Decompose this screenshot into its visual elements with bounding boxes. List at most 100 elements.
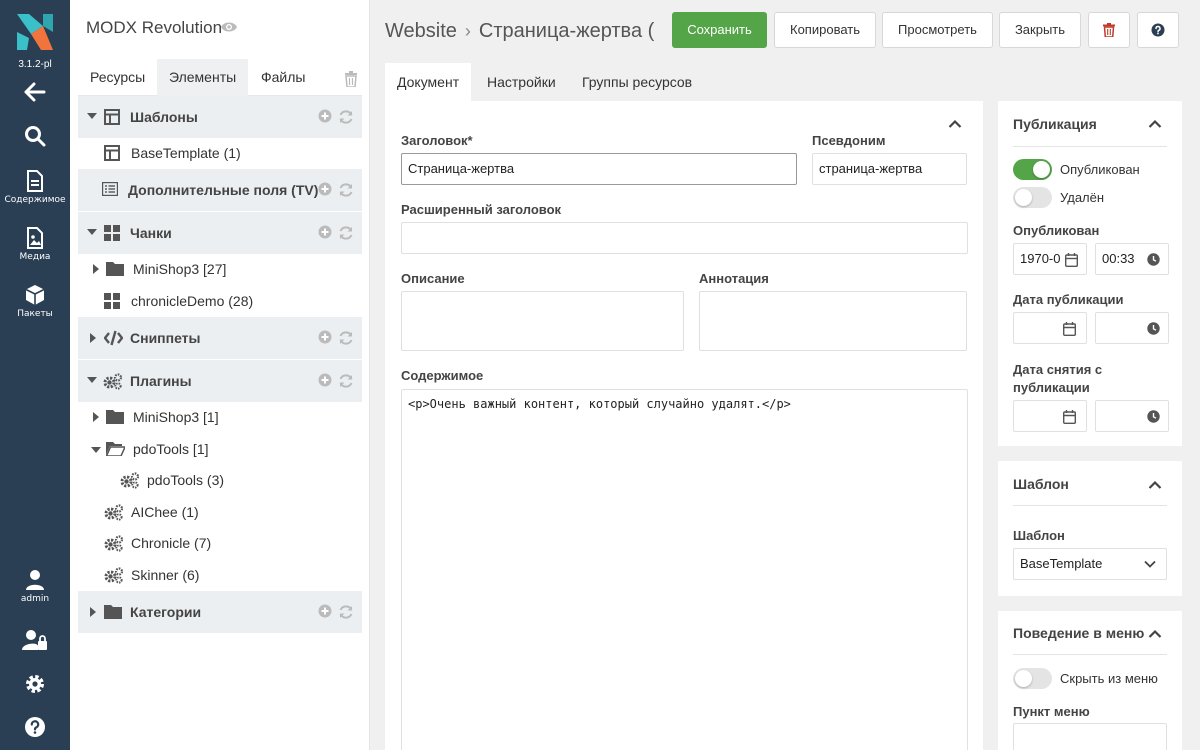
refresh-icon[interactable] bbox=[338, 225, 354, 241]
caret-right-icon[interactable] bbox=[89, 333, 97, 343]
packages-label: Пакеты bbox=[17, 309, 53, 319]
chunk-grid-icon bbox=[104, 225, 120, 241]
menu-item-input[interactable] bbox=[1013, 723, 1167, 750]
user-menu[interactable]: admin bbox=[0, 569, 70, 604]
settings-button[interactable] bbox=[0, 673, 70, 695]
tab-resource-groups[interactable]: Группы ресурсов bbox=[570, 63, 704, 101]
publication-title: Публикация bbox=[1013, 116, 1097, 132]
page-title: Страница-жертва ( bbox=[478, 20, 655, 42]
add-circle-icon[interactable] bbox=[318, 225, 332, 239]
template-select[interactable]: BaseTemplate bbox=[1013, 548, 1167, 580]
alias-input[interactable]: страница-жертва bbox=[812, 153, 967, 185]
tree-tab-resources[interactable]: Ресурсы bbox=[78, 59, 157, 96]
add-circle-icon[interactable] bbox=[318, 109, 332, 123]
calendar-icon[interactable] bbox=[1065, 253, 1078, 267]
title-label: Заголовок* bbox=[401, 133, 473, 148]
tree-item-chronicledemo[interactable]: chronicleDemo (28) bbox=[100, 285, 360, 317]
tree-item-aichee[interactable]: AIChee (1) bbox=[102, 496, 360, 528]
tree-node-templates[interactable]: Шаблоны bbox=[78, 96, 362, 138]
add-circle-icon[interactable] bbox=[318, 330, 332, 344]
view-button[interactable]: Просмотреть bbox=[882, 12, 993, 48]
modx-logo-icon[interactable] bbox=[15, 12, 55, 52]
tree-node-categories[interactable]: Категории bbox=[78, 591, 362, 633]
tab-settings[interactable]: Настройки bbox=[475, 63, 568, 101]
refresh-icon[interactable] bbox=[338, 109, 354, 125]
unpub-date-input[interactable] bbox=[1013, 400, 1087, 432]
caret-right-icon[interactable] bbox=[92, 412, 100, 422]
tree-item-minishop3-chunks[interactable]: MiniShop3 [27] bbox=[92, 253, 360, 285]
chevron-up-icon[interactable] bbox=[1148, 629, 1162, 639]
tree-node-plugins[interactable]: Плагины bbox=[78, 360, 362, 402]
clock-icon[interactable] bbox=[1147, 322, 1160, 335]
search-button[interactable] bbox=[0, 125, 70, 147]
deleted-toggle[interactable] bbox=[1013, 187, 1052, 208]
caret-right-icon[interactable] bbox=[89, 607, 97, 617]
unpub-time-input[interactable] bbox=[1095, 400, 1169, 432]
tree-node-snippets[interactable]: Сниппеты bbox=[78, 317, 362, 359]
content-label: Содержимое bbox=[401, 368, 484, 383]
title-input[interactable]: Страница-жертва bbox=[401, 153, 797, 185]
chevron-up-icon[interactable] bbox=[948, 119, 962, 129]
publishedon-date-input[interactable]: 1970-0 bbox=[1013, 243, 1087, 275]
tree-node-label: Сниппеты bbox=[130, 330, 201, 346]
tree-node-tvs[interactable]: Дополнительные поля (TV) bbox=[78, 169, 362, 211]
refresh-icon[interactable] bbox=[338, 373, 354, 389]
close-button[interactable]: Закрыть bbox=[999, 12, 1081, 48]
add-circle-icon[interactable] bbox=[318, 182, 332, 196]
tree-item-minishop3-plugins[interactable]: MiniShop3 [1] bbox=[92, 401, 360, 433]
refresh-icon[interactable] bbox=[338, 604, 354, 620]
back-button[interactable] bbox=[0, 82, 70, 102]
packages-button[interactable]: Пакеты bbox=[0, 284, 70, 319]
template-selected-value: BaseTemplate bbox=[1020, 556, 1103, 571]
chevron-up-icon[interactable] bbox=[1148, 480, 1162, 490]
arrow-left-icon bbox=[24, 82, 46, 102]
refresh-icon[interactable] bbox=[338, 330, 354, 346]
eye-icon[interactable] bbox=[220, 20, 238, 34]
caret-down-icon[interactable] bbox=[87, 112, 97, 120]
tree-item-skinner[interactable]: Skinner (6) bbox=[102, 559, 360, 591]
tree-item-basetemplate[interactable]: BaseTemplate (1) bbox=[100, 137, 360, 169]
unpub-date-label: Дата снятия с публикации bbox=[1013, 362, 1103, 395]
caret-down-icon[interactable] bbox=[91, 446, 101, 454]
pub-date-input[interactable] bbox=[1013, 312, 1087, 344]
copy-button[interactable]: Копировать bbox=[774, 12, 876, 48]
breadcrumb-root[interactable]: Website bbox=[385, 20, 457, 42]
tab-document[interactable]: Документ bbox=[385, 63, 472, 101]
publishedon-time-input[interactable]: 00:33 bbox=[1095, 243, 1169, 275]
add-circle-icon[interactable] bbox=[318, 604, 332, 618]
caret-down-icon[interactable] bbox=[87, 228, 97, 236]
tree-node-chunks[interactable]: Чанки bbox=[78, 212, 362, 254]
access-button[interactable] bbox=[0, 629, 70, 651]
help-button[interactable] bbox=[0, 716, 70, 738]
calendar-icon[interactable] bbox=[1063, 322, 1076, 336]
media-button[interactable]: Медиа bbox=[0, 227, 70, 262]
caret-right-icon[interactable] bbox=[92, 264, 100, 274]
trash-icon[interactable] bbox=[344, 71, 358, 87]
published-toggle[interactable] bbox=[1013, 159, 1052, 180]
tree-node-label: Дополнительные поля (TV) bbox=[128, 182, 319, 198]
tree-item-pdotools-plugin[interactable]: pdoTools (3) bbox=[118, 464, 360, 496]
delete-button[interactable] bbox=[1088, 12, 1130, 48]
chevron-up-icon[interactable] bbox=[1148, 119, 1162, 129]
clock-icon[interactable] bbox=[1147, 410, 1160, 423]
help-button[interactable] bbox=[1137, 12, 1179, 48]
tree-tab-files[interactable]: Файлы bbox=[249, 59, 317, 96]
refresh-icon[interactable] bbox=[338, 182, 354, 198]
clock-icon[interactable] bbox=[1147, 253, 1160, 266]
tree-tab-elements[interactable]: Элементы bbox=[157, 59, 249, 96]
tree-item-pdotools-folder[interactable]: pdoTools [1] bbox=[91, 433, 360, 465]
introtext-textarea[interactable] bbox=[699, 291, 967, 351]
toggle-knob bbox=[1033, 161, 1050, 178]
content-button[interactable]: Содержимое bbox=[0, 170, 70, 205]
longtitle-input[interactable] bbox=[401, 222, 968, 254]
tree-item-label: chronicleDemo (28) bbox=[131, 293, 254, 309]
save-button[interactable]: Сохранить bbox=[672, 12, 767, 48]
calendar-icon[interactable] bbox=[1063, 410, 1076, 424]
add-circle-icon[interactable] bbox=[318, 373, 332, 387]
hide-menu-toggle[interactable] bbox=[1013, 668, 1052, 689]
caret-down-icon[interactable] bbox=[87, 376, 97, 384]
tree-item-chronicle[interactable]: Chronicle (7) bbox=[102, 527, 360, 559]
pub-time-input[interactable] bbox=[1095, 312, 1169, 344]
content-textarea[interactable]: <p>Очень важный контент, который случайн… bbox=[401, 389, 968, 750]
description-textarea[interactable] bbox=[401, 291, 684, 351]
